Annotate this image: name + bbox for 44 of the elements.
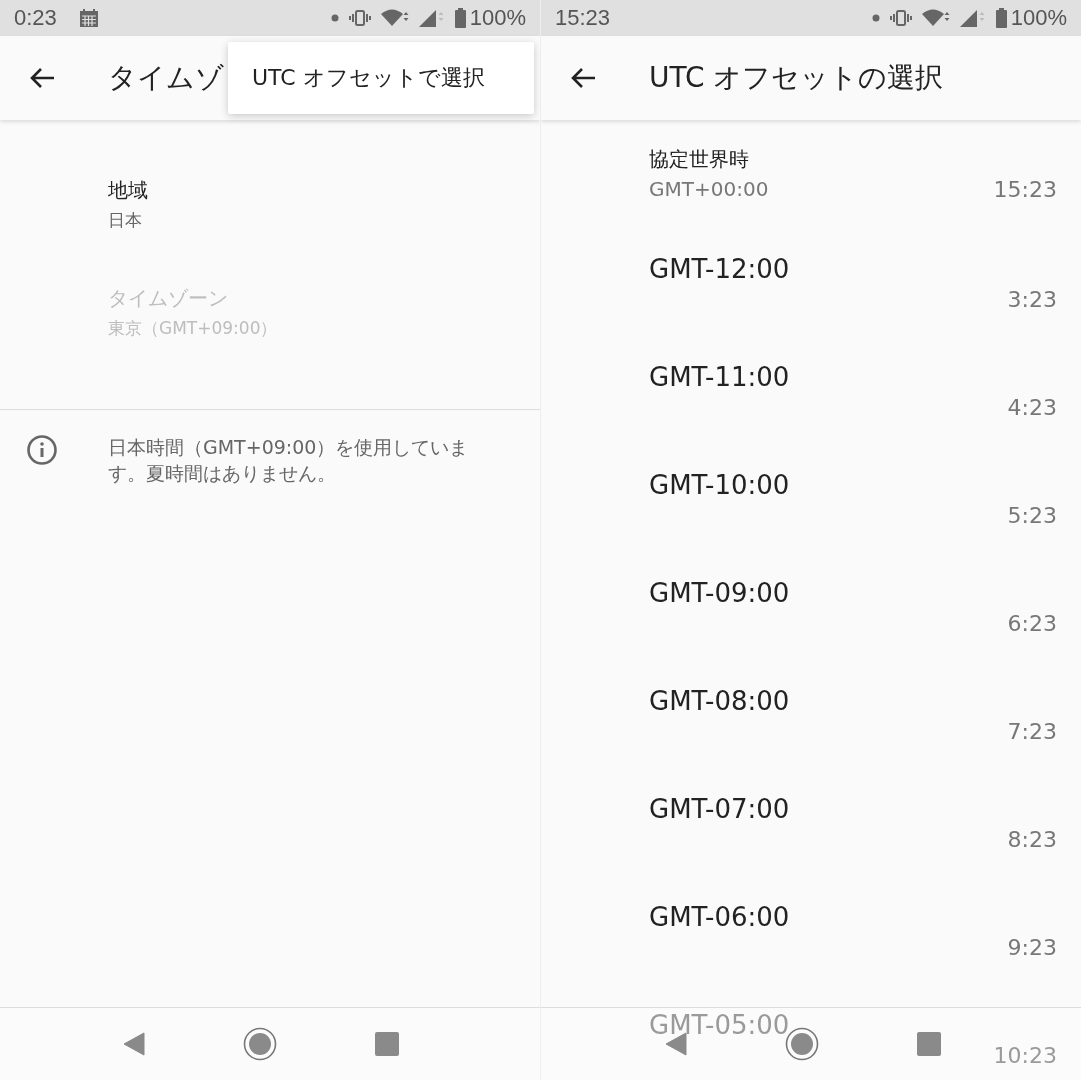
wifi-icon [921, 9, 950, 27]
local-time: 6:23 [1007, 610, 1057, 636]
offset-label: GMT+00:00 [649, 177, 769, 201]
offset-name[interactable]: GMT-07:00 [649, 794, 790, 824]
home-icon[interactable] [243, 1027, 277, 1061]
battery-percentage: 100% [1010, 5, 1067, 31]
status-time: 15:23 [555, 5, 611, 31]
info-text: 日本時間（GMT+09:00）を使用しています。夏時間はありません。 [108, 435, 470, 486]
offset-name[interactable]: GMT-09:00 [649, 578, 790, 608]
offset-name[interactable]: GMT-08:00 [649, 686, 790, 716]
offset-name[interactable]: GMT-11:00 [649, 362, 790, 392]
notification-dot-icon [330, 14, 339, 22]
battery-icon [995, 8, 1007, 28]
local-time: 15:23 [993, 176, 1057, 202]
signal-icon [418, 9, 445, 27]
battery-percentage: 100% [469, 5, 526, 31]
back-arrow-icon[interactable] [29, 67, 55, 89]
local-time: 8:23 [1007, 826, 1057, 852]
info-icon [26, 434, 58, 466]
local-time: 5:23 [1007, 502, 1057, 528]
preference-item[interactable]: 地域 日本 [0, 175, 540, 283]
battery-icon [454, 8, 466, 28]
back-icon[interactable] [123, 1032, 145, 1056]
status-time: 0:23 [14, 5, 57, 31]
local-time: 3:23 [1007, 286, 1057, 312]
offset-name[interactable]: GMT-10:00 [649, 470, 790, 500]
local-time: 7:23 [1007, 718, 1057, 744]
back-icon[interactable] [665, 1032, 687, 1056]
screen-title: UTC オフセットの選択 [649, 60, 944, 96]
offset-name[interactable]: GMT-06:00 [649, 902, 790, 932]
wifi-icon [380, 9, 409, 27]
offset-name[interactable]: 協定世界時 [649, 144, 749, 174]
notification-dot-icon [871, 14, 880, 22]
back-arrow-icon[interactable] [570, 67, 596, 89]
signal-icon [959, 9, 986, 27]
local-time: 4:23 [1007, 394, 1057, 420]
vibrate-icon [348, 10, 371, 26]
screen-title: タイムゾ [108, 60, 224, 96]
local-time: 9:23 [1007, 934, 1057, 960]
menu-item[interactable]: UTC オフセットで選択 [228, 63, 505, 93]
vibrate-icon [889, 10, 912, 26]
calendar-icon [78, 8, 99, 28]
offset-name[interactable]: GMT-12:00 [649, 254, 790, 284]
local-time: 10:23 [993, 1042, 1057, 1068]
